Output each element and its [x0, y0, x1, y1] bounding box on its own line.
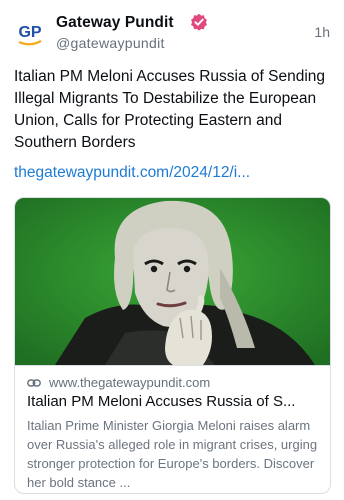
card-domain: www.thegatewaypundit.com [49, 375, 211, 390]
link-preview-card[interactable]: www.thegatewaypundit.com Italian PM Melo… [14, 197, 331, 494]
author-name[interactable]: Gateway Pundit [56, 14, 174, 32]
verified-badge-icon [191, 13, 207, 31]
card-image[interactable] [15, 198, 331, 365]
link-icon [27, 379, 41, 387]
card-title[interactable]: Italian PM Meloni Accuses Russia of S... [27, 392, 322, 412]
avatar-text: GP [18, 24, 41, 41]
post-timestamp: 1h [314, 24, 330, 40]
card-domain-row: www.thegatewaypundit.com [27, 375, 317, 391]
post-header: GP Gateway Pundit @gatewaypundit 1h [14, 10, 332, 56]
card-description: Italian Prime Minister Giorgia Meloni ra… [27, 418, 318, 490]
author-handle[interactable]: @gatewaypundit [56, 35, 165, 51]
post-text: Italian PM Meloni Accuses Russia of Send… [14, 68, 326, 151]
post[interactable]: GP Gateway Pundit @gatewaypundit 1h Ital… [0, 0, 344, 500]
card-meta: www.thegatewaypundit.com Italian PM Melo… [15, 365, 330, 493]
avatar[interactable]: GP [14, 16, 46, 48]
post-link[interactable]: thegatewaypundit.com/2024/12/i... [14, 162, 332, 184]
